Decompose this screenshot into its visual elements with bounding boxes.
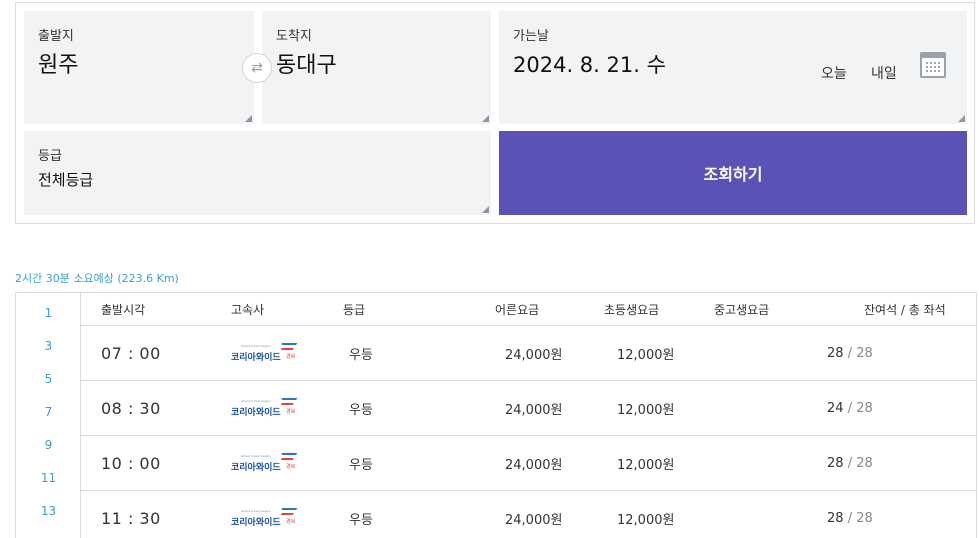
corner-indicator-icon xyxy=(482,206,489,213)
header-time: 출발시각 xyxy=(101,303,146,317)
departure-value: 원주 xyxy=(38,53,79,78)
today-button[interactable]: 오늘 xyxy=(821,63,847,83)
grade-selector[interactable]: 등급 전체등급 xyxy=(24,131,491,215)
adult-fare: 24,000원 xyxy=(505,403,563,418)
seats-info: 28 / 28 xyxy=(827,346,873,361)
corner-indicator-icon xyxy=(482,115,489,122)
bus-grade: 우등 xyxy=(349,348,373,363)
table-row[interactable]: 07 : 00 where travel begins 코리아와이드 경북 우등 2… xyxy=(81,326,976,381)
results-table: 1 3 5 7 9 11 13 출발시각 고속사 등급 어른요금 초등생요금 중… xyxy=(15,292,977,538)
seats-info: 28 / 28 xyxy=(827,456,873,471)
header-grade: 등급 xyxy=(343,303,366,317)
scroll-number[interactable]: 11 xyxy=(16,471,81,485)
scroll-number[interactable]: 7 xyxy=(16,405,81,419)
departure-time: 08 : 30 xyxy=(101,399,161,418)
adult-fare: 24,000원 xyxy=(505,513,563,528)
search-button[interactable]: 조회하기 xyxy=(499,131,967,215)
child-fare: 12,000원 xyxy=(617,348,675,363)
adult-fare: 24,000원 xyxy=(505,348,563,363)
bus-grade: 우등 xyxy=(349,403,373,418)
seats-info: 28 / 28 xyxy=(827,511,873,526)
scroll-index: 1 3 5 7 9 11 13 xyxy=(16,293,81,538)
bus-grade: 우등 xyxy=(349,458,373,473)
departure-time: 10 : 00 xyxy=(101,454,161,473)
departure-label: 출발지 xyxy=(38,29,74,44)
tomorrow-button[interactable]: 내일 xyxy=(871,63,897,83)
arrival-label: 도착지 xyxy=(276,29,312,44)
header-teen: 중고생요금 xyxy=(714,303,770,317)
corner-indicator-icon xyxy=(245,115,252,122)
company-logo: where travel begins 코리아와이드 경북 xyxy=(231,491,299,538)
scroll-number[interactable]: 1 xyxy=(16,306,81,320)
arrival-value: 동대구 xyxy=(276,53,337,78)
date-selector[interactable]: 가는날 2024. 8. 21. 수 오늘 내일 xyxy=(499,11,967,124)
date-label: 가는날 xyxy=(513,29,549,44)
company-logo: where travel begins 코리아와이드 경북 xyxy=(231,326,299,381)
header-adult: 어른요금 xyxy=(495,303,540,317)
grade-label: 등급 xyxy=(38,149,62,164)
child-fare: 12,000원 xyxy=(617,513,675,528)
seats-info: 24 / 28 xyxy=(827,401,873,416)
company-logo: where travel begins 코리아와이드 경북 xyxy=(231,381,299,436)
duration-text: 2시간 30분 소요예상 (223.6 Km) xyxy=(15,272,179,285)
corner-indicator-icon xyxy=(958,115,965,122)
scroll-number[interactable]: 9 xyxy=(16,438,81,452)
departure-time: 07 : 00 xyxy=(101,344,161,363)
scroll-number[interactable]: 13 xyxy=(16,504,81,518)
bus-grade: 우등 xyxy=(349,513,373,528)
departure-time: 11 : 30 xyxy=(101,509,161,528)
search-panel: 출발지 원주 ⇄ 도착지 동대구 가는날 2024. 8. 21. 수 오늘 내… xyxy=(15,2,975,224)
header-child: 초등생요금 xyxy=(604,303,660,317)
table-row[interactable]: 10 : 00 where travel begins 코리아와이드 경북 우등 2… xyxy=(81,436,976,491)
table-header: 출발시각 고속사 등급 어른요금 초등생요금 중고생요금 잔여석 / 총 좌석 xyxy=(81,293,976,326)
table-row[interactable]: 11 : 30 where travel begins 코리아와이드 경북 우등 2… xyxy=(81,491,976,538)
header-company: 고속사 xyxy=(231,303,265,317)
table-row[interactable]: 08 : 30 where travel begins 코리아와이드 경북 우등 2… xyxy=(81,381,976,436)
arrival-selector[interactable]: 도착지 동대구 xyxy=(262,11,491,124)
date-value: 2024. 8. 21. 수 xyxy=(513,53,666,77)
grade-value: 전체등급 xyxy=(38,171,94,189)
scroll-number[interactable]: 5 xyxy=(16,372,81,386)
child-fare: 12,000원 xyxy=(617,403,675,418)
calendar-icon[interactable] xyxy=(920,52,946,78)
header-seats: 잔여석 / 총 좌석 xyxy=(864,303,946,317)
departure-selector[interactable]: 출발지 원주 xyxy=(24,11,254,124)
swap-icon[interactable]: ⇄ xyxy=(242,53,272,83)
adult-fare: 24,000원 xyxy=(505,458,563,473)
company-logo: where travel begins 코리아와이드 경북 xyxy=(231,436,299,491)
scroll-number[interactable]: 3 xyxy=(16,339,81,353)
child-fare: 12,000원 xyxy=(617,458,675,473)
